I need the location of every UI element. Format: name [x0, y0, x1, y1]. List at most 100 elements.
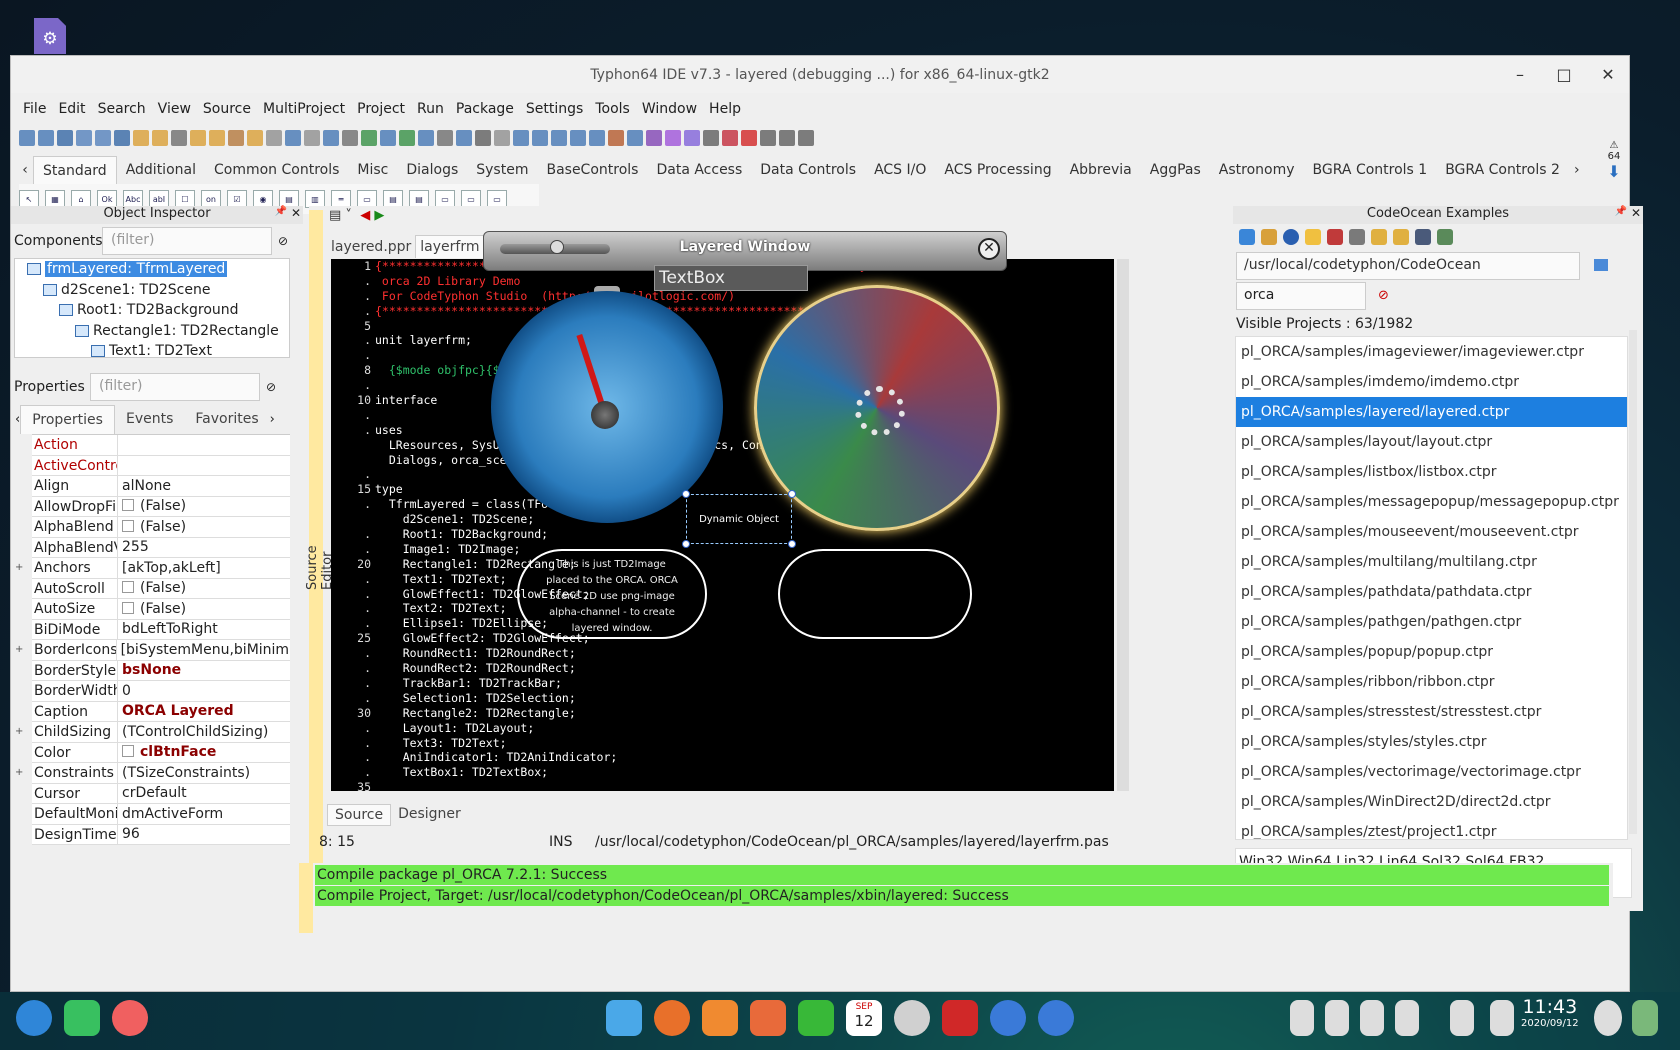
property-value[interactable]: dmActiveForm — [118, 806, 223, 822]
power-icon[interactable] — [1594, 1000, 1622, 1036]
toolbar-button-icon[interactable] — [95, 130, 111, 146]
screenshot-icon[interactable] — [112, 1000, 148, 1036]
toolbar-button-icon[interactable] — [779, 130, 795, 146]
property-row[interactable]: DefaultMonit dmActiveForm — [32, 804, 290, 825]
tab-events[interactable]: Events — [115, 405, 184, 433]
selection-handle[interactable] — [682, 540, 690, 548]
project-list-item[interactable]: pl_ORCA/samples/stresstest/stresstest.ct… — [1236, 697, 1627, 727]
palette-tab-acs-i-o[interactable]: ACS I/O — [865, 156, 935, 184]
collapse-icon[interactable] — [1327, 229, 1343, 245]
property-row[interactable]: Caption ORCA Layered — [32, 701, 290, 722]
browse-folder-icon[interactable] — [1594, 259, 1608, 271]
property-value[interactable]: crDefault — [118, 785, 187, 801]
toolbar-button-icon[interactable] — [646, 130, 662, 146]
property-row[interactable]: AlphaBlend (False) — [32, 517, 290, 538]
tree-node[interactable]: d2Scene1: TD2Scene — [15, 280, 289, 301]
message-line[interactable]: Compile Project, Target: /usr/local/code… — [315, 886, 1609, 906]
palette-tab-system[interactable]: System — [467, 156, 537, 184]
project-list-item[interactable]: pl_ORCA/samples/layered/layered.ctpr — [1236, 397, 1627, 427]
code-line[interactable]: AniIndicator1: TD2AniIndicator; — [375, 750, 867, 765]
download-arrow-icon[interactable]: ⬇ — [1603, 162, 1625, 181]
selection-handle[interactable] — [788, 540, 796, 548]
maximize-button[interactable]: □ — [1551, 61, 1577, 87]
toolbar-button-icon[interactable] — [228, 130, 244, 146]
toolbar-button-icon[interactable] — [475, 130, 491, 146]
toolbar-button-icon[interactable] — [551, 130, 567, 146]
expand-icon[interactable]: + — [15, 726, 23, 737]
property-value[interactable]: (TSizeConstraints) — [118, 765, 250, 781]
menu-file[interactable]: File — [17, 101, 52, 117]
expand-icon[interactable]: + — [15, 562, 23, 573]
project-list-scrollbar[interactable] — [1629, 330, 1637, 834]
property-value[interactable]: bsNone — [118, 662, 181, 678]
tree-node[interactable]: frmLayered: TfrmLayered — [15, 259, 289, 280]
clear-filter-icon[interactable]: ⊘ — [1378, 288, 1389, 303]
property-value[interactable]: (TControlChildSizing) — [118, 724, 268, 740]
property-value[interactable]: clBtnFace — [118, 744, 216, 760]
code-line[interactable]: Rectangle2: TD2Rectangle; — [375, 706, 867, 721]
toolbar-button-icon[interactable] — [399, 130, 415, 146]
property-grid[interactable]: ActionActiveControlAlignalNoneAllowDropF… — [15, 434, 290, 845]
selection-handle[interactable] — [788, 490, 796, 498]
menu-package[interactable]: Package — [450, 101, 520, 117]
palette-tab-dialogs[interactable]: Dialogs — [397, 156, 467, 184]
selection-handle[interactable] — [682, 490, 690, 498]
palette-tab-astronomy[interactable]: Astronomy — [1210, 156, 1304, 184]
view-icon[interactable] — [1305, 229, 1321, 245]
toolbar-button-icon[interactable] — [342, 130, 358, 146]
property-row[interactable]: Cursor crDefault — [32, 783, 290, 804]
property-row[interactable]: BorderStyle bsNone — [32, 660, 290, 681]
project-list-item[interactable]: pl_ORCA/samples/styles/styles.ctpr — [1236, 727, 1627, 757]
tree-node[interactable]: Rectangle1: TD2Rectangle — [15, 321, 289, 342]
palette-tab-data-controls[interactable]: Data Controls — [751, 156, 865, 184]
codeocean-path-input[interactable]: /usr/local/codetyphon/CodeOcean — [1236, 252, 1580, 280]
menu-help[interactable]: Help — [703, 101, 747, 117]
refresh-icon[interactable] — [1239, 229, 1255, 245]
menu-window[interactable]: Window — [636, 101, 703, 117]
files-icon[interactable] — [64, 1000, 100, 1036]
tab-favorites[interactable]: Favorites — [184, 405, 269, 433]
property-row[interactable]: ActiveControl — [32, 455, 290, 476]
toolbar-button-icon[interactable] — [456, 130, 472, 146]
palette-tab-abbrevia[interactable]: Abbrevia — [1061, 156, 1141, 184]
property-row[interactable]: Color clBtnFace — [32, 742, 290, 763]
property-value[interactable]: (False) — [118, 601, 186, 617]
calendar-icon[interactable]: SEP 12 — [846, 1000, 882, 1036]
pin-icon[interactable]: 📌 — [1615, 206, 1627, 217]
palette-tab-standard[interactable]: Standard — [33, 156, 117, 184]
folder-icon[interactable] — [1371, 229, 1387, 245]
expand-icon[interactable]: + — [15, 644, 23, 655]
project-list-item[interactable]: pl_ORCA/samples/imdemo/imdemo.ctpr — [1236, 367, 1627, 397]
palette-tab-additional[interactable]: Additional — [117, 156, 205, 184]
menu-project[interactable]: Project — [351, 101, 411, 117]
close-icon[interactable]: ✕ — [291, 206, 301, 220]
toolbar-button-icon[interactable] — [76, 130, 92, 146]
toolbar-button-icon[interactable] — [798, 130, 814, 146]
toolbar-button-icon[interactable] — [361, 130, 377, 146]
toolbar-button-icon[interactable] — [532, 130, 548, 146]
checkbox-icon[interactable] — [122, 581, 134, 594]
toolbar-button-icon[interactable] — [323, 130, 339, 146]
menu-view[interactable]: View — [152, 101, 197, 117]
palette-tab-misc[interactable]: Misc — [348, 156, 397, 184]
property-value[interactable]: 0 — [118, 683, 131, 699]
file-manager-icon[interactable] — [606, 1000, 642, 1036]
textbox-field[interactable]: TextBox — [654, 265, 808, 291]
system-clock[interactable]: 11:43 2020/09/12 — [1521, 996, 1579, 1029]
property-row[interactable]: AlphaBlendVa255 — [32, 537, 290, 558]
property-value[interactable]: 255 — [118, 539, 149, 555]
help-icon[interactable] — [1283, 229, 1299, 245]
project-list-item[interactable]: pl_ORCA/samples/pathgen/pathgen.ctpr — [1236, 607, 1627, 637]
toolbar-button-icon[interactable] — [684, 130, 700, 146]
editor-bottom-tab-designer[interactable]: Designer — [391, 804, 468, 826]
layered-close-button[interactable]: ✕ — [978, 238, 1000, 260]
toolbar-button-icon[interactable] — [418, 130, 434, 146]
tools-icon[interactable] — [1437, 229, 1453, 245]
toolbar-button-icon[interactable] — [57, 130, 73, 146]
music-icon[interactable] — [798, 1000, 834, 1036]
property-row[interactable]: Align alNone — [32, 476, 290, 497]
screen-icon[interactable] — [1490, 1000, 1514, 1036]
tree-node[interactable]: Text1: TD2Text — [15, 341, 289, 357]
project-list-item[interactable]: pl_ORCA/samples/ribbon/ribbon.ctpr — [1236, 667, 1627, 697]
property-row[interactable]: DesignTimeP 96 — [32, 824, 290, 845]
